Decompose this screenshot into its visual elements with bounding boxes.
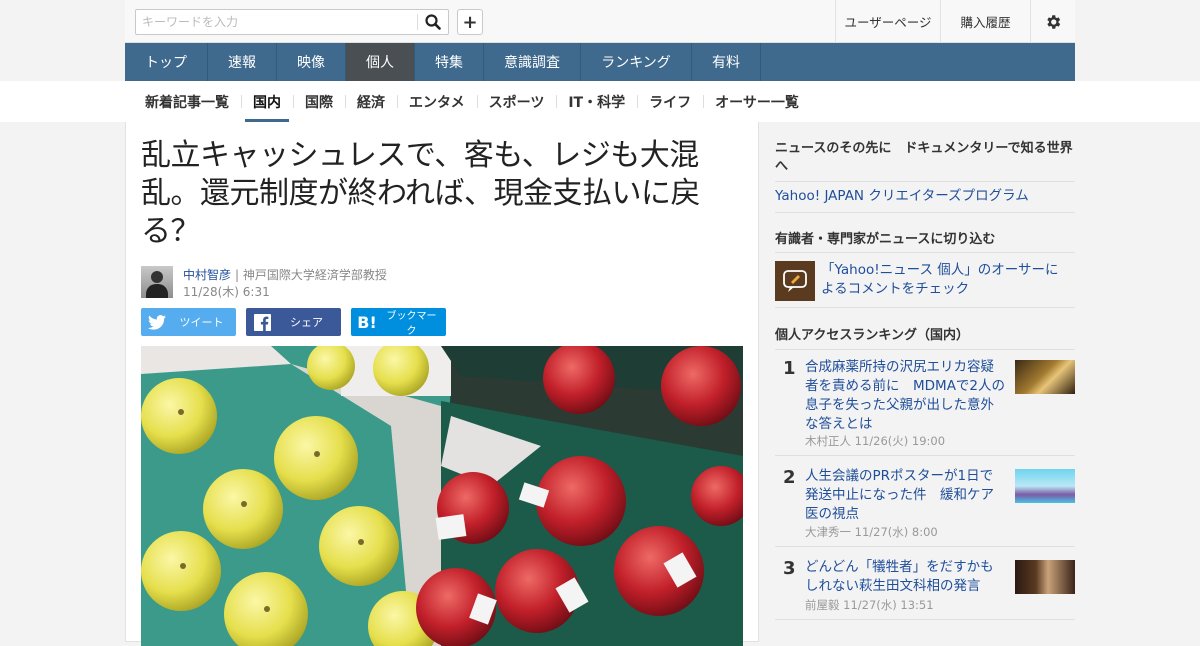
divider <box>775 181 1075 182</box>
nav-top[interactable]: トップ <box>125 43 208 81</box>
ranking-date: 11/27(水) 8:00 <box>854 525 938 539</box>
nav-features[interactable]: 特集 <box>415 43 484 81</box>
ranking-meta: 大津秀一 11/27(水) 8:00 <box>805 524 938 540</box>
facebook-share-label: シェア <box>290 316 323 329</box>
subnav-entertainment[interactable]: エンタメ <box>397 81 477 122</box>
expert-promo[interactable]: 「Yahoo!ニュース 個人」のオーサーによるコメントをチェック <box>775 261 1075 301</box>
ranking-thumbnail[interactable] <box>1015 560 1075 594</box>
expert-comment-link[interactable]: 「Yahoo!ニュース 個人」のオーサーによるコメントをチェック <box>821 261 1071 299</box>
divider <box>775 307 1075 308</box>
nav-video[interactable]: 映像 <box>277 43 346 81</box>
subnav-international[interactable]: 国際 <box>293 81 345 122</box>
ranking-item[interactable]: 3 どんどん「犠牲者」をだすかもしれない萩生田文科相の発言 前屋毅 11/27(… <box>775 558 1075 638</box>
article-title-line: る？ <box>141 214 201 249</box>
article-main: 乱立キャッシュレスで、客も、レジも大混 乱。還元制度が終われば、現金支払いに戻 … <box>125 122 759 646</box>
hatena-bookmark-button[interactable]: B! ブックマーク <box>351 308 446 337</box>
rank-number: 1 <box>783 358 796 379</box>
sub-nav: 新着記事一覧 国内 国際 経済 エンタメ スポーツ IT・科学 ライフ オーサー… <box>125 81 1075 122</box>
ranking-item[interactable]: 2 人生会議のPRポスターが1日で発送中止になった件 緩和ケア医の視点 大津秀一… <box>775 467 1075 547</box>
ranking-title-link[interactable]: どんどん「犠牲者」をだすかもしれない萩生田文科相の発言 <box>805 558 1005 596</box>
ranking-thumbnail[interactable] <box>1015 469 1075 503</box>
divider <box>775 455 1075 456</box>
expert-title: 有識者・専門家がニュースに切り込む <box>775 232 996 247</box>
search-box <box>135 9 449 35</box>
rank-number: 3 <box>783 558 796 579</box>
main-nav: トップ 速報 映像 個人 特集 意識調査 ランキング 有料 <box>125 43 1075 81</box>
subnav-life[interactable]: ライフ <box>637 81 703 122</box>
nav-paid[interactable]: 有料 <box>692 43 761 81</box>
top-links: ユーザーページ 購入履歴 <box>835 0 1075 43</box>
search-icon <box>424 14 441 30</box>
rank-number: 2 <box>783 467 796 488</box>
subnav-authors[interactable]: オーサー一覧 <box>703 81 811 122</box>
author-avatar[interactable] <box>141 266 173 298</box>
top-bar: + ユーザーページ 購入履歴 <box>125 0 1075 43</box>
ranking-title-link[interactable]: 人生会議のPRポスターが1日で発送中止になった件 緩和ケア医の視点 <box>805 467 1005 524</box>
divider <box>775 212 1075 213</box>
facebook-share-button[interactable]: シェア <box>246 308 341 336</box>
ranking-thumbnail[interactable] <box>1015 360 1075 394</box>
user-page-link[interactable]: ユーザーページ <box>835 0 940 43</box>
divider <box>775 252 1075 253</box>
hatena-bookmark-label: ブックマーク <box>386 311 437 337</box>
subnav-latest[interactable]: 新着記事一覧 <box>133 81 241 122</box>
divider <box>775 546 1075 547</box>
nav-breaking[interactable]: 速報 <box>208 43 277 81</box>
expert-icon <box>775 261 815 301</box>
ranking-title: 個人アクセスランキング（国内） <box>775 328 969 343</box>
promo-title: ニュースのその先に ドキュメンタリーで知る世界へ <box>775 141 1073 174</box>
search-input[interactable] <box>136 10 416 34</box>
author-title: | 神戸国際大学経済学部教授 <box>235 268 387 282</box>
search-button[interactable] <box>417 10 448 34</box>
ranking-author: 大津秀一 <box>805 525 851 539</box>
nav-survey[interactable]: 意識調査 <box>484 43 581 81</box>
apples-image <box>141 346 743 646</box>
ranking-title-link[interactable]: 合成麻薬所持の沢尻エリカ容疑者を責める前に MDMAで2人の息子を失った父親が出… <box>805 358 1005 434</box>
creators-program-link[interactable]: Yahoo! JAPAN クリエイターズプログラム <box>775 187 1075 206</box>
ranking-author: 前屋毅 <box>805 598 840 612</box>
author-line: 中村智彦 | 神戸国際大学経済学部教授 <box>183 266 387 283</box>
article-date: 11/28(木) 6:31 <box>183 285 270 299</box>
subnav-it-science[interactable]: IT・科学 <box>556 81 637 122</box>
gear-icon <box>1047 14 1061 29</box>
subnav-domestic[interactable]: 国内 <box>241 81 293 122</box>
ranking-author: 木村正人 <box>805 434 851 448</box>
hatena-icon: B! <box>357 312 377 332</box>
article-title-line: 乱立キャッシュレスで、客も、レジも大混 <box>141 138 699 173</box>
nav-individual[interactable]: 個人 <box>346 43 415 81</box>
subnav-economy[interactable]: 経済 <box>345 81 397 122</box>
ranking-meta: 前屋毅 11/27(水) 13:51 <box>805 597 934 613</box>
tweet-label: ツイート <box>179 316 224 329</box>
subnav-sports[interactable]: スポーツ <box>476 81 557 122</box>
article-title: 乱立キャッシュレスで、客も、レジも大混 乱。還元制度が終われば、現金支払いに戻 … <box>141 137 741 251</box>
tweet-button[interactable]: ツイート <box>141 308 236 336</box>
add-button[interactable]: + <box>457 9 483 35</box>
twitter-icon <box>148 314 166 330</box>
article-title-line: 乱。還元制度が終われば、現金支払いに戻 <box>141 176 701 211</box>
divider <box>775 349 1075 350</box>
ranking-item[interactable]: 1 合成麻薬所持の沢尻エリカ容疑者を責める前に MDMAで2人の息子を失った父親… <box>775 358 1075 448</box>
sidebar: ニュースのその先に ドキュメンタリーで知る世界へ Yahoo! JAPAN クリ… <box>759 122 1075 642</box>
plus-icon: + <box>462 11 478 33</box>
article-photo <box>141 346 743 646</box>
author-name[interactable]: 中村智彦 <box>183 268 231 282</box>
ranking-meta: 木村正人 11/26(火) 19:00 <box>805 433 945 449</box>
ranking-date: 11/26(火) 19:00 <box>854 434 946 448</box>
settings-button[interactable] <box>1030 0 1075 43</box>
nav-ranking[interactable]: ランキング <box>581 43 692 81</box>
facebook-icon <box>253 313 271 331</box>
ranking-date: 11/27(水) 13:51 <box>843 598 934 612</box>
purchase-history-link[interactable]: 購入履歴 <box>940 0 1030 43</box>
divider <box>775 619 1075 620</box>
